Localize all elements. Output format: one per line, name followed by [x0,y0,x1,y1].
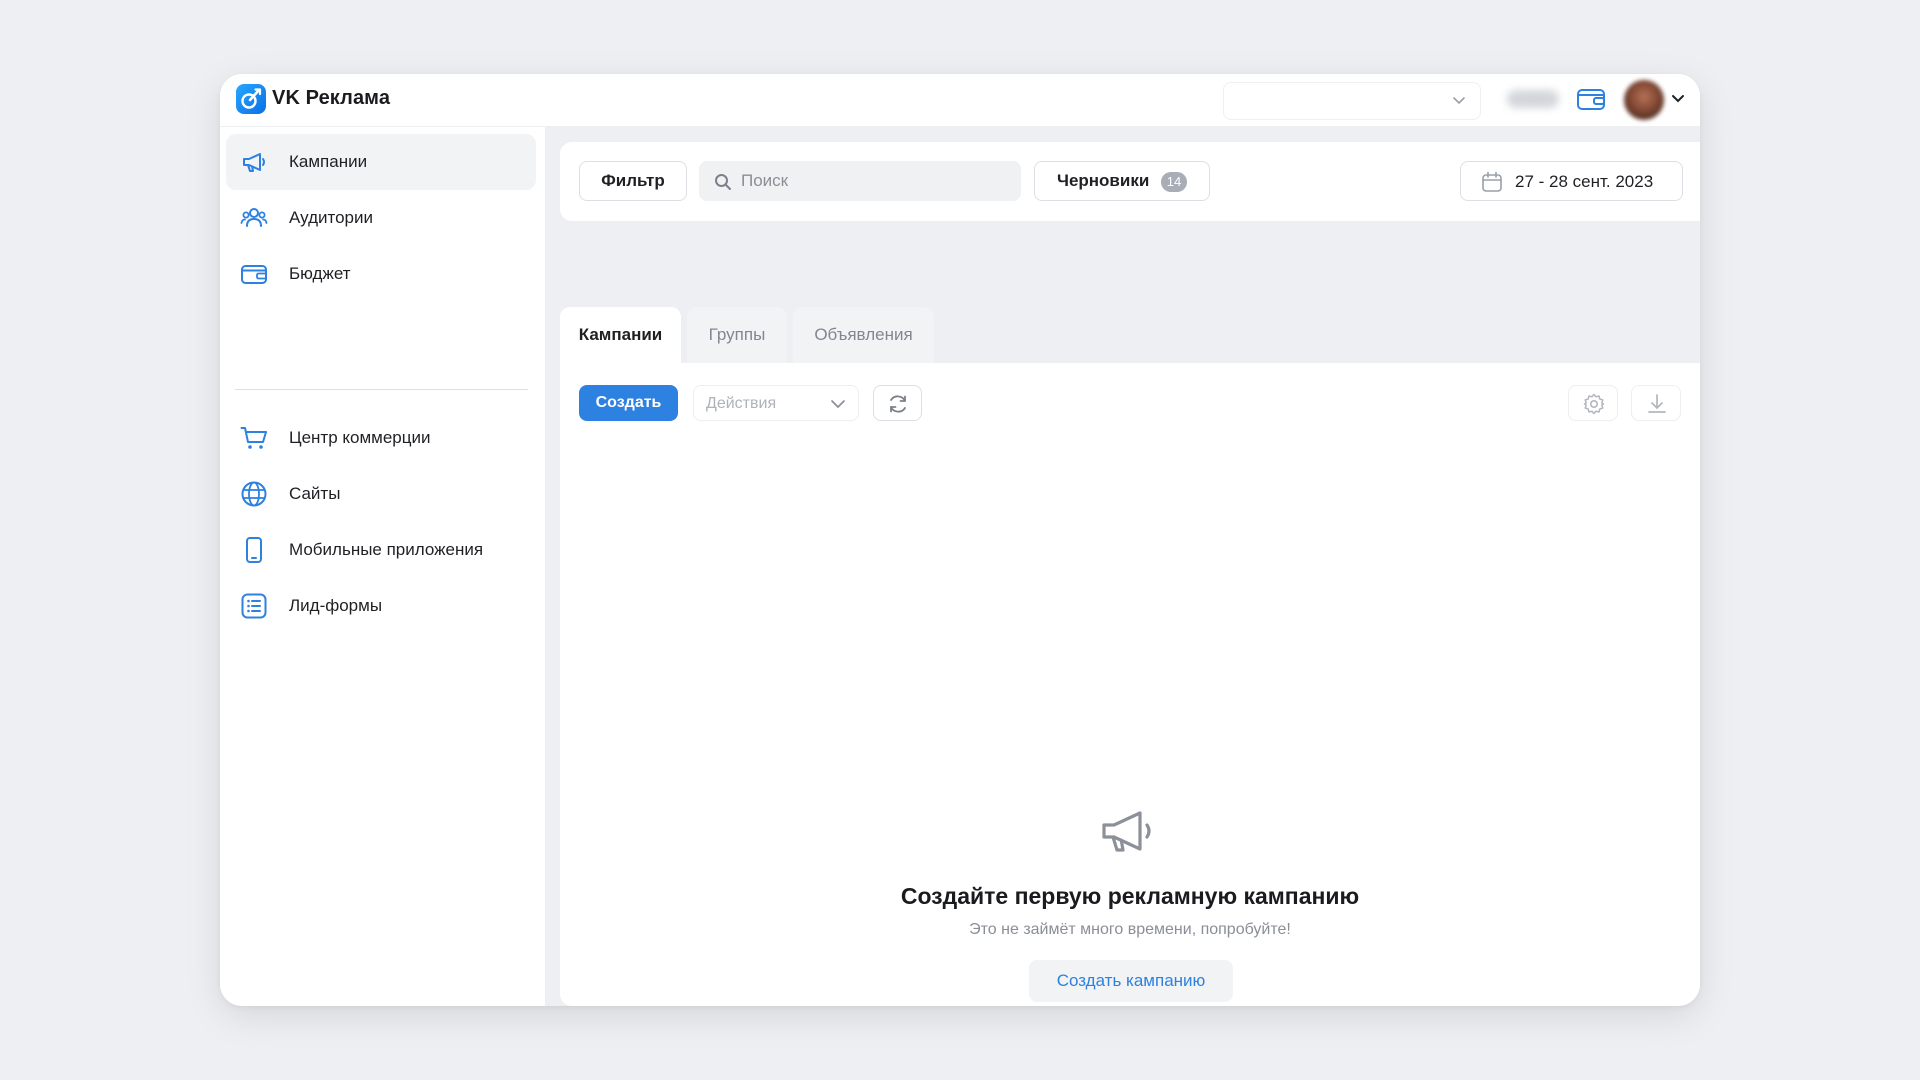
tab-ads[interactable]: Объявления [793,307,934,363]
chevron-down-icon[interactable] [1671,93,1685,105]
sidebar-item-sites[interactable]: Сайты [226,466,536,522]
tab-groups[interactable]: Группы [687,307,787,363]
drafts-count-badge: 14 [1161,172,1187,192]
sidebar-item-label: Лид-формы [289,596,383,615]
sidebar-item-label: Аудитории [289,208,373,227]
account-select[interactable] [1223,82,1481,120]
top-bar: VK Реклама [220,74,1700,127]
wallet-icon[interactable] [1576,86,1606,112]
date-range-picker[interactable]: 27 - 28 сент. 2023 [1460,161,1683,201]
megaphone-icon [1102,811,1151,852]
megaphone-icon [243,153,265,172]
sidebar-item-label: Бюджет [289,264,351,283]
sidebar-item-label: Кампании [289,152,368,171]
balance-amount[interactable] [1507,90,1559,108]
drafts-button[interactable]: Черновики 14 [1034,161,1210,201]
sidebar-item-commerce-center[interactable]: Центр коммерции [226,410,536,466]
sidebar-item-campaigns[interactable]: Кампании [226,134,536,190]
search-input[interactable] [741,161,1011,201]
sidebar-item-label: Центр коммерции [289,428,431,447]
search-box[interactable] [699,161,1021,201]
cart-icon [240,427,267,449]
sidebar-item-budget[interactable]: Бюджет [226,246,536,302]
filter-button[interactable]: Фильтр [579,161,687,201]
gear-icon [1583,393,1605,415]
app-window: VK Реклама Кампании Аудитории Бюджет Цен… [220,74,1700,1006]
refresh-button[interactable] [873,385,922,421]
actions-dropdown-label: Действия [706,395,777,412]
filter-bar: Фильтр Черновики 14 27 - 28 сент. 2023 [560,142,1700,221]
wallet-icon [241,265,267,284]
sidebar-item-label: Мобильные приложения [289,540,484,559]
sidebar-divider [235,389,528,390]
drafts-label: Черновики [1057,171,1150,190]
sidebar: Кампании Аудитории Бюджет Центр коммерци… [220,127,546,1006]
chevron-down-icon [831,400,845,409]
search-icon [715,174,731,190]
vk-ads-logo[interactable] [236,84,266,114]
tab-campaigns[interactable]: Кампании [560,307,681,363]
actions-dropdown[interactable]: Действия [693,385,859,421]
create-campaign-button[interactable]: Создать кампанию [1029,960,1233,1002]
download-icon [1648,394,1666,413]
table-settings-button[interactable] [1568,385,1618,421]
globe-icon [241,481,267,507]
smartphone-icon [246,537,262,563]
sidebar-item-mobile-apps[interactable]: Мобильные приложения [226,522,536,578]
users-icon [240,208,268,227]
list-icon [241,593,267,619]
campaigns-panel: Создать Действия Создайте первую рекламн… [560,363,1700,1006]
download-button[interactable] [1631,385,1681,421]
sidebar-item-audiences[interactable]: Аудитории [226,190,536,246]
date-range-text: 27 - 28 сент. 2023 [1515,172,1654,191]
main-content: Фильтр Черновики 14 27 - 28 сент. 2023 [546,127,1700,1006]
chevron-down-icon [1453,97,1465,105]
avatar[interactable] [1624,80,1664,120]
empty-state-title: Создайте первую рекламную кампанию [900,883,1360,909]
brand-title: VK Реклама [272,87,391,109]
sidebar-item-label: Сайты [289,484,341,503]
empty-state-subtitle: Это не займёт много времени, попробуйте! [969,921,1291,938]
sidebar-item-lead-forms[interactable]: Лид-формы [226,578,536,634]
calendar-icon [1482,171,1502,192]
refresh-icon [890,395,906,413]
create-button[interactable]: Создать [579,385,678,421]
